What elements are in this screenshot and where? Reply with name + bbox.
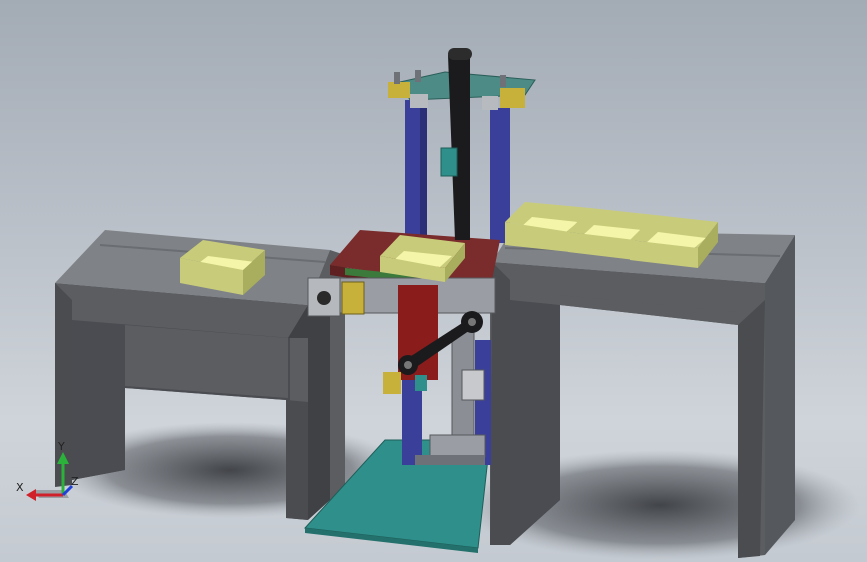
x-axis-label: X [16,481,24,494]
y-arrow-icon [57,452,69,464]
z-axis-label: Z [71,475,79,488]
axis-triad[interactable]: X Y Z [14,440,84,510]
cad-model-scene[interactable] [0,0,867,562]
cad-viewport[interactable]: X Y Z [0,0,867,562]
x-arrow-icon [26,489,36,501]
y-axis-label: Y [57,440,65,453]
